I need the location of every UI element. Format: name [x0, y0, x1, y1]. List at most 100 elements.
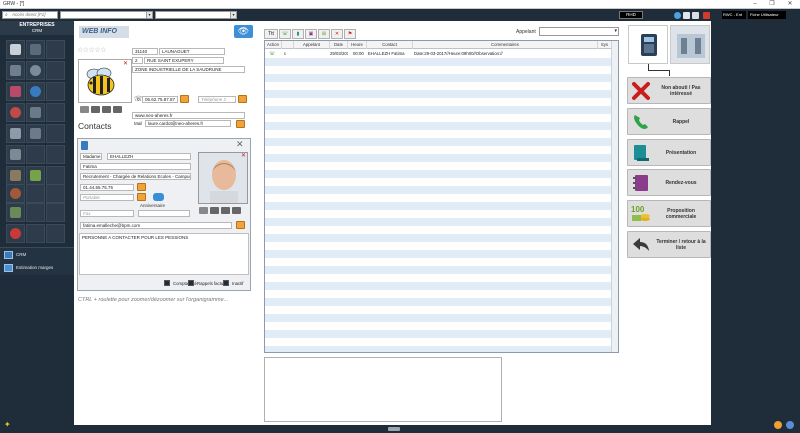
module-docs[interactable] [26, 166, 45, 185]
user-profile-box[interactable]: Fiche Utilisateur [748, 11, 786, 19]
delete-button[interactable]: ✕ [331, 29, 343, 39]
contact-phone-field[interactable]: 01.44.55.75.75 [80, 184, 134, 191]
contact-send-email-button[interactable] [236, 221, 245, 229]
module-empty-13[interactable] [26, 224, 45, 243]
phone2-field[interactable]: Téléphone 2 [198, 96, 236, 103]
module-empty-5[interactable] [46, 124, 65, 143]
module-empty-10[interactable] [46, 184, 65, 203]
tab-office-actions[interactable] [670, 25, 710, 64]
globe-icon[interactable] [674, 12, 681, 19]
tab-phone-actions[interactable] [628, 25, 668, 64]
minimize-button[interactable]: – [748, 0, 762, 9]
finish-return-button[interactable]: Terminer / retour à la liste [627, 231, 711, 258]
quick-search-input[interactable]: ⌕ Accès direct [F2] [2, 11, 58, 19]
coins-button[interactable]: ⊞ [318, 29, 330, 39]
link-icon[interactable] [91, 106, 100, 113]
call-phone2-button[interactable] [238, 95, 247, 103]
module-empty-14[interactable] [46, 224, 65, 243]
table-row[interactable]: ☏ c 29/03/201 00:00 EHALLEZH Fatima Date… [265, 50, 612, 58]
module-cart[interactable] [26, 103, 45, 122]
remove-photo-icon[interactable]: ✕ [241, 153, 247, 159]
send-email-button[interactable] [236, 120, 245, 128]
city-field[interactable]: LAUNAGUET [159, 48, 225, 55]
invoice-reminder-checkbox[interactable] [188, 280, 194, 286]
col-commentaires[interactable]: Commentaires [413, 41, 598, 49]
mobile-field[interactable]: Portable [80, 194, 134, 201]
record-select[interactable]: ▾ [155, 11, 237, 19]
module-empty-4[interactable] [46, 103, 65, 122]
website-field[interactable]: www.neo-aheres.fr [132, 112, 245, 119]
col-contact[interactable]: Contact [367, 41, 413, 49]
power-icon[interactable] [703, 12, 710, 19]
module-stats[interactable] [6, 103, 25, 122]
module-money[interactable] [6, 124, 25, 143]
module-gear[interactable] [6, 166, 25, 185]
user-company-box[interactable]: RWC - Ent [722, 11, 746, 19]
presentation-button[interactable]: Présentation [627, 139, 711, 166]
phone-field[interactable]: 05.62.75.87.87 [142, 96, 178, 103]
rating-stars[interactable]: ☆☆☆☆☆ [77, 47, 133, 55]
grid-icon[interactable] [692, 12, 699, 19]
col-sys[interactable]: Sys [598, 41, 612, 49]
close-icon[interactable]: ✕ [236, 139, 244, 150]
col-appelant[interactable]: Appelant [294, 41, 330, 49]
module-empty-6[interactable] [26, 145, 45, 164]
street-number-field[interactable]: 2 [132, 57, 143, 64]
email-field[interactable]: laure.cardot@neo-aheres.fr [145, 120, 231, 127]
folder-icon[interactable] [102, 106, 111, 113]
contact-link-icon[interactable] [210, 207, 219, 214]
module-stock[interactable] [6, 145, 25, 164]
anniversary-field[interactable] [138, 210, 190, 217]
commercial-proposal-button[interactable]: 100 Proposition commerciale [627, 200, 711, 227]
module-empty-2[interactable] [46, 61, 65, 80]
contact-folder-icon[interactable] [221, 207, 230, 214]
callback-button[interactable]: Rappel [627, 108, 711, 135]
module-crm[interactable] [26, 82, 45, 101]
module-select[interactable]: ▾ [60, 11, 153, 19]
status-badge[interactable]: RHD [619, 11, 643, 19]
appointment-button[interactable]: Rendez-vous [627, 169, 711, 196]
module-empty-3[interactable] [46, 82, 65, 101]
camera-icon[interactable] [113, 106, 122, 113]
civility-select[interactable]: Madame [80, 153, 102, 160]
module-empty-1[interactable] [46, 40, 65, 59]
module-empty-7[interactable] [46, 145, 65, 164]
module-companies[interactable] [6, 40, 25, 59]
sidebar-item-crm[interactable]: CRM [4, 250, 26, 260]
document-button[interactable]: ▮ [292, 29, 304, 39]
module-empty-8[interactable] [46, 166, 65, 185]
remove-logo-icon[interactable]: ✕ [123, 61, 129, 67]
address2-field[interactable]: ZONE INDUSTRIELLE DE LA SAUDRUNE [132, 66, 245, 73]
appelant-filter-select[interactable]: ▾ [539, 27, 619, 36]
not-reached-button[interactable]: Non abouti / Pas intéressé [627, 77, 711, 104]
maximize-button[interactable]: ❐ [765, 0, 779, 9]
contact-photo[interactable] [198, 152, 248, 204]
contact-email-field[interactable]: fatima.emalleche@bpm.com [80, 222, 232, 229]
module-empty-9[interactable] [26, 184, 45, 203]
book-button[interactable]: ▣ [305, 29, 317, 39]
flag-button[interactable]: ⚑ [344, 29, 356, 39]
module-truck[interactable] [26, 124, 45, 143]
module-reports[interactable] [6, 203, 25, 222]
accounting-checkbox[interactable] [164, 280, 170, 286]
sidebar-item-estimation[interactable]: Estimation marges [4, 263, 53, 273]
col-heure[interactable]: Heure [348, 41, 367, 49]
street-field[interactable]: RUE SAINT EXUPERY [144, 57, 224, 64]
notification-icon[interactable] [774, 421, 782, 429]
module-search[interactable] [26, 61, 45, 80]
doc-icon[interactable] [80, 106, 89, 113]
calendar-icon[interactable] [683, 12, 690, 19]
first-name-field[interactable]: Fatima [80, 163, 191, 170]
view-eye-icon[interactable]: 👁 [234, 25, 253, 38]
sms-icon[interactable] [153, 193, 164, 201]
close-button[interactable]: ✕ [783, 0, 797, 9]
position-field[interactable]: Recrutement - Chargée de Relations Ecole… [80, 173, 191, 180]
contact-doc-icon[interactable] [199, 207, 208, 214]
module-empty-11[interactable] [26, 203, 45, 222]
module-contacts[interactable] [26, 40, 45, 59]
col-flag[interactable] [282, 41, 294, 49]
resize-grip[interactable] [388, 427, 400, 431]
module-empty-12[interactable] [46, 203, 65, 222]
call-contact-button[interactable] [137, 183, 146, 191]
module-tags[interactable] [6, 82, 25, 101]
